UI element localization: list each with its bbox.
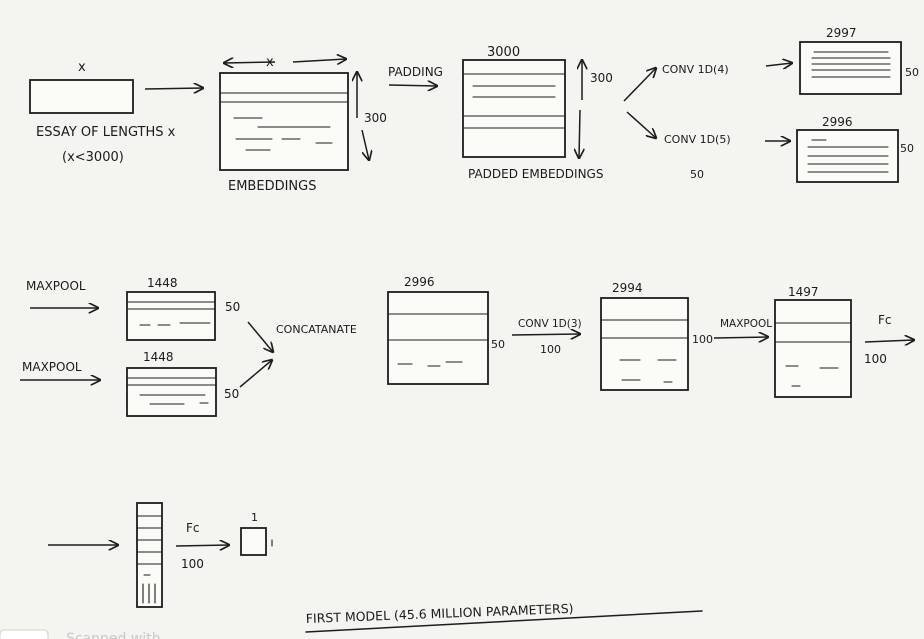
pool-b-width: 1448 xyxy=(143,350,174,364)
conv5-label: CONV 1D(5) xyxy=(664,133,731,146)
pool-b-box xyxy=(126,367,217,417)
pool-b-filters: 50 xyxy=(224,387,239,401)
input-width-label: x xyxy=(78,60,86,75)
conv4-label: CONV 1D(4) xyxy=(662,63,729,76)
padded-width-label: 3000 xyxy=(487,45,520,60)
pool-c-width: 1497 xyxy=(788,285,819,299)
embeddings-label: EMBEDDINGS xyxy=(228,179,316,194)
embed-width-arrow-right xyxy=(292,59,346,62)
scanner-watermark: Scanned with xyxy=(66,631,161,639)
arrow-fc-b xyxy=(175,545,229,546)
embed-height-label: 300 xyxy=(364,111,387,125)
arrow-pool-b-to-concat xyxy=(239,360,272,388)
arrow-fc-a xyxy=(864,340,914,342)
diagram-canvas: x ESSAY OF LENGTHS x (x<3000) x 300 EMBE… xyxy=(0,26,919,639)
arrow-conv4-out xyxy=(765,63,792,66)
conv3-filters: 100 xyxy=(540,343,561,356)
conv3-label: CONV 1D(3) xyxy=(518,318,582,330)
concat-filters: 50 xyxy=(491,338,505,351)
conv4-output-box xyxy=(799,41,902,95)
maxpool-a-label: MAXPOOL xyxy=(26,279,86,293)
concat-box xyxy=(387,291,489,385)
fc-b-label: Fc xyxy=(186,521,200,535)
embed-height-arrow-down xyxy=(361,129,369,160)
maxpool-c-label: MAXPOOL xyxy=(720,318,772,330)
fc-b-units: 100 xyxy=(181,557,204,571)
pool-c-box xyxy=(774,299,852,398)
embeddings-box xyxy=(219,72,349,171)
pool-a-box xyxy=(126,291,216,341)
essay-length-note: (x<3000) xyxy=(62,150,124,165)
fc-a-units: 100 xyxy=(864,352,887,366)
pad-height-arrow-down xyxy=(579,109,580,158)
embed-width-label: x xyxy=(266,55,274,70)
input-essay-box xyxy=(29,79,134,114)
watermark-badge xyxy=(0,629,49,639)
fc-a-label: Fc xyxy=(878,313,892,327)
conv5-out-filters: 50 xyxy=(900,142,914,155)
conv5-out-width: 2996 xyxy=(822,115,853,129)
arrow-to-conv5 xyxy=(626,111,656,138)
conv-out-filters: 100 xyxy=(692,333,713,346)
padded-embeddings-label: PADDED EMBEDDINGS xyxy=(468,167,603,181)
arrow-to-conv4 xyxy=(623,68,656,102)
conv-out-width: 2994 xyxy=(612,281,643,295)
conv-output-box xyxy=(600,297,689,391)
arrow-maxpool-c xyxy=(713,337,768,338)
pool-a-filters: 50 xyxy=(225,300,240,314)
conv4-out-width: 2997 xyxy=(826,26,857,40)
conv-filters-label: 50 xyxy=(690,168,704,181)
maxpool-b-label: MAXPOOL xyxy=(22,360,82,374)
concat-width: 2996 xyxy=(404,275,435,289)
padded-height-label: 300 xyxy=(590,71,613,85)
pool-a-width: 1448 xyxy=(147,276,178,290)
output-unit-box xyxy=(240,527,267,556)
conv4-out-filters: 50 xyxy=(905,66,919,79)
padding-label: PADDING xyxy=(388,65,443,79)
arrow-pool-a-to-concat xyxy=(247,321,273,352)
output-size-label: 1 xyxy=(251,511,258,524)
arrow-conv3 xyxy=(511,334,580,335)
concatenate-label: CONCATANATE xyxy=(276,323,357,336)
arrow-padding xyxy=(388,85,437,86)
model-caption: FIRST MODEL (45.6 MILLION PARAMETERS) xyxy=(306,601,574,626)
padded-embeddings-box xyxy=(462,59,566,158)
arrow-input-to-embed xyxy=(144,88,203,89)
essay-label: ESSAY OF LENGTHS x xyxy=(36,125,176,140)
